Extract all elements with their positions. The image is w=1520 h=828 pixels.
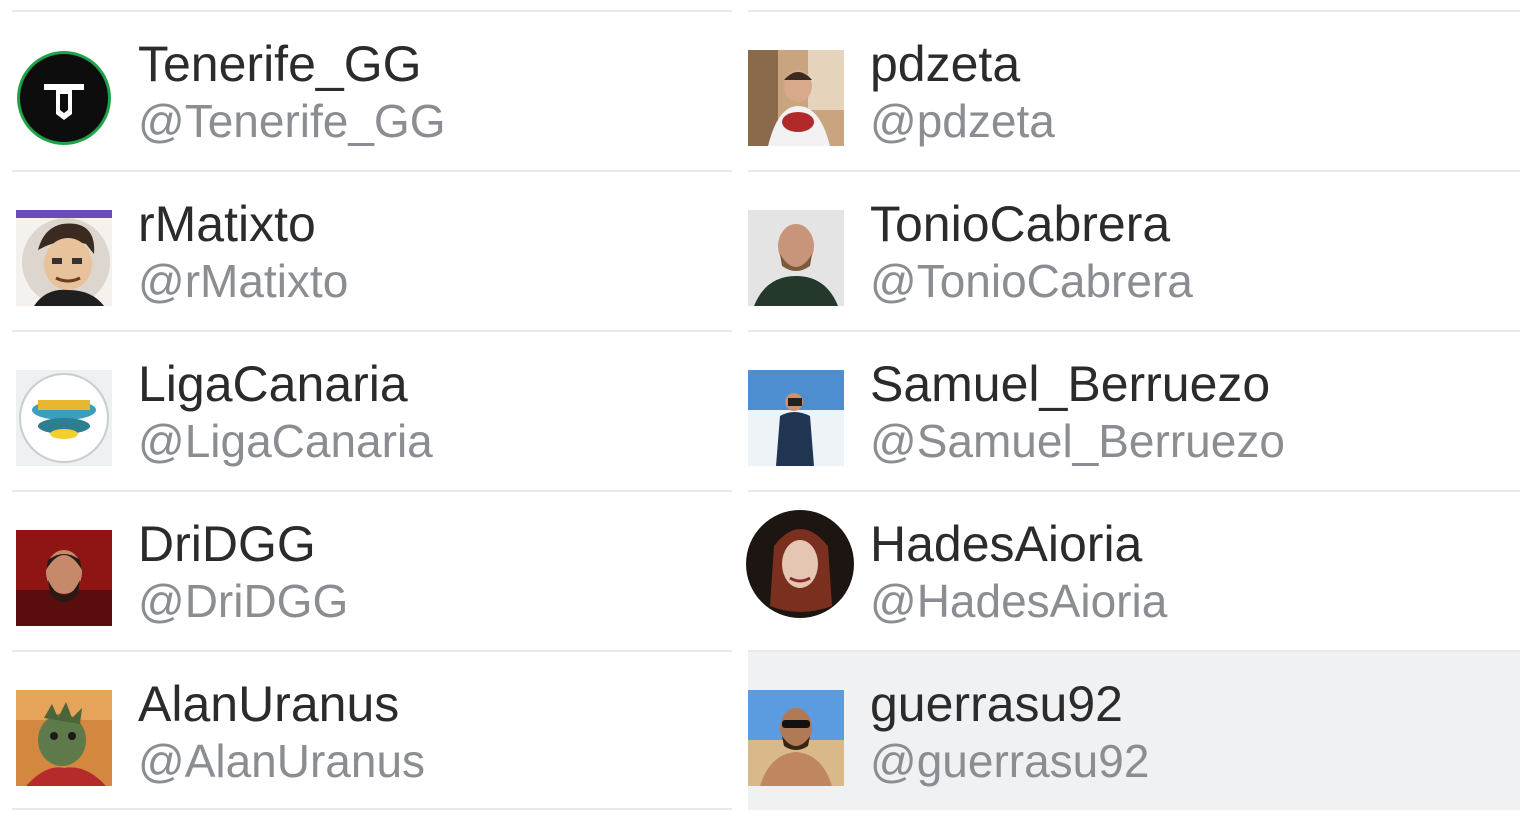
tenerife-gg-logo-icon[interactable] xyxy=(16,50,112,146)
user-display-name[interactable]: guerrasu92 xyxy=(870,676,1123,732)
user-row-ligacanaria[interactable]: LigaCanaria @LigaCanaria xyxy=(12,330,732,490)
user-row-alanuranus[interactable]: AlanUranus @AlanUranus xyxy=(12,650,732,810)
user-handle: @HadesAioria xyxy=(870,575,1168,627)
user-row-guerrasu92[interactable]: guerrasu92 @guerrasu92 xyxy=(748,650,1520,810)
league-logo-icon[interactable] xyxy=(16,370,112,466)
user-display-name[interactable]: DriDGG xyxy=(138,516,316,572)
person-photo-icon[interactable] xyxy=(748,50,844,146)
user-row-toniocabrera[interactable]: TonioCabrera @TonioCabrera xyxy=(748,170,1520,330)
user-handle: @LigaCanaria xyxy=(138,415,433,467)
user-row-hadesaioria[interactable]: HadesAioria @HadesAioria xyxy=(744,490,1520,650)
user-row-tenerife-gg[interactable]: Tenerife_GG @Tenerife_GG xyxy=(12,10,732,170)
user-handle: @Samuel_Berruezo xyxy=(870,415,1285,467)
user-handle: @pdzeta xyxy=(870,95,1055,147)
user-handle: @AlanUranus xyxy=(138,735,426,787)
user-display-name[interactable]: Tenerife_GG xyxy=(138,36,421,92)
user-handle: @TonioCabrera xyxy=(870,255,1193,307)
user-handle: @Tenerife_GG xyxy=(138,95,446,147)
user-list-right-column: pdzeta @pdzeta TonioCabrera @TonioCabrer… xyxy=(744,10,1520,810)
user-display-name[interactable]: Samuel_Berruezo xyxy=(870,356,1270,412)
person-photo-icon[interactable] xyxy=(748,690,844,786)
user-handle: @guerrasu92 xyxy=(870,735,1150,787)
costume-photo-icon[interactable] xyxy=(16,690,112,786)
user-row-samuel-berruezo[interactable]: Samuel_Berruezo @Samuel_Berruezo xyxy=(748,330,1520,490)
user-row-pdzeta[interactable]: pdzeta @pdzeta xyxy=(748,10,1520,170)
user-handle: @rMatixto xyxy=(138,255,349,307)
user-list-left-column: Tenerife_GG @Tenerife_GG rMatixto @rMati… xyxy=(12,10,732,810)
illustrated-avatar-icon[interactable] xyxy=(744,506,856,618)
user-display-name[interactable]: rMatixto xyxy=(138,196,316,252)
user-handle: @DriDGG xyxy=(138,575,349,627)
person-photo-icon[interactable] xyxy=(748,210,844,306)
user-display-name[interactable]: AlanUranus xyxy=(138,676,399,732)
user-row-rmatixto[interactable]: rMatixto @rMatixto xyxy=(12,170,732,330)
user-display-name[interactable]: pdzeta xyxy=(870,36,1020,92)
user-display-name[interactable]: TonioCabrera xyxy=(870,196,1170,252)
user-display-name[interactable]: HadesAioria xyxy=(870,516,1142,572)
user-row-dridgg[interactable]: DriDGG @DriDGG xyxy=(12,490,732,650)
person-photo-icon[interactable] xyxy=(748,370,844,466)
user-display-name[interactable]: LigaCanaria xyxy=(138,356,408,412)
cartoon-avatar-icon[interactable] xyxy=(16,210,112,306)
person-photo-icon[interactable] xyxy=(16,530,112,626)
list-divider xyxy=(12,808,732,810)
